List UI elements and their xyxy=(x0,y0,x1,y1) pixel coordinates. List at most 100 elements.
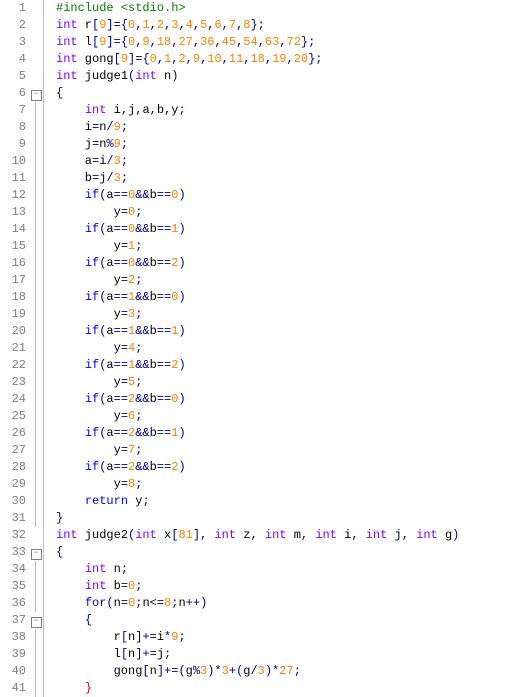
code-line[interactable]: i=n/9; xyxy=(56,119,506,136)
fold-guide xyxy=(29,255,43,272)
fold-guide xyxy=(29,323,43,340)
gutter: 1234567891011121314151617181920212223242… xyxy=(0,0,44,697)
fold-guide xyxy=(29,459,43,476)
line-number: 13 xyxy=(0,204,26,221)
line-number: 31 xyxy=(0,510,26,527)
fold-guide xyxy=(29,493,43,510)
line-number: 29 xyxy=(0,476,26,493)
fold-column: − − − xyxy=(29,0,43,697)
fold-guide xyxy=(29,561,43,578)
line-number: 22 xyxy=(0,357,26,374)
code-line[interactable]: int judge1(int n) xyxy=(56,68,506,85)
code-line[interactable]: y=8; xyxy=(56,476,506,493)
code-line[interactable]: y=1; xyxy=(56,238,506,255)
line-number: 18 xyxy=(0,289,26,306)
fold-guide xyxy=(29,646,43,663)
line-number: 24 xyxy=(0,391,26,408)
line-number: 30 xyxy=(0,493,26,510)
line-number: 8 xyxy=(0,119,26,136)
code-line[interactable]: y=5; xyxy=(56,374,506,391)
fold-guide xyxy=(29,340,43,357)
fold-guide xyxy=(29,289,43,306)
code-line[interactable]: int n; xyxy=(56,561,506,578)
line-number: 7 xyxy=(0,102,26,119)
code-line[interactable]: int b=0; xyxy=(56,578,506,595)
code-line[interactable]: if(a==0&&b==0) xyxy=(56,187,506,204)
code-line[interactable]: } xyxy=(56,680,506,697)
code-line[interactable]: y=6; xyxy=(56,408,506,425)
code-line[interactable]: } xyxy=(56,510,506,527)
line-number: 37 xyxy=(0,612,26,629)
code-line[interactable]: if(a==1&&b==2) xyxy=(56,357,506,374)
line-number: 41 xyxy=(0,680,26,697)
code-line[interactable]: l[n]+=j; xyxy=(56,646,506,663)
code-line[interactable]: { xyxy=(56,612,506,629)
code-line[interactable]: { xyxy=(56,544,506,561)
fold-guide xyxy=(29,391,43,408)
code-line[interactable]: r[n]+=i*9; xyxy=(56,629,506,646)
line-number: 23 xyxy=(0,374,26,391)
code-line[interactable]: int l[9]={0,9,18,27,36,45,54,63,72}; xyxy=(56,34,506,51)
code-line[interactable]: for(n=0;n<=8;n++) xyxy=(56,595,506,612)
line-number: 28 xyxy=(0,459,26,476)
code-line[interactable]: gong[n]+=(g%3)*3+(g/3)*27; xyxy=(56,663,506,680)
fold-guide xyxy=(29,204,43,221)
code-line[interactable]: if(a==1&&b==0) xyxy=(56,289,506,306)
line-number: 40 xyxy=(0,663,26,680)
fold-guide xyxy=(29,170,43,187)
code-line[interactable]: y=3; xyxy=(56,306,506,323)
code-line[interactable]: y=7; xyxy=(56,442,506,459)
line-number: 32 xyxy=(0,527,26,544)
code-line[interactable]: if(a==2&&b==2) xyxy=(56,459,506,476)
fold-toggle-icon[interactable]: − xyxy=(31,90,42,101)
code-line[interactable]: { xyxy=(56,85,506,102)
code-line[interactable]: j=n%9; xyxy=(56,136,506,153)
fold-guide xyxy=(29,136,43,153)
line-number: 10 xyxy=(0,153,26,170)
code-line[interactable]: a=i/3; xyxy=(56,153,506,170)
line-number: 34 xyxy=(0,561,26,578)
fold-toggle-icon[interactable]: − xyxy=(31,617,42,628)
code-line[interactable]: int r[9]={0,1,2,3,4,5,6,7,8}; xyxy=(56,17,506,34)
code-line[interactable]: return y; xyxy=(56,493,506,510)
line-number: 25 xyxy=(0,408,26,425)
fold-guide xyxy=(29,221,43,238)
fold-guide xyxy=(29,442,43,459)
code-line[interactable]: if(a==0&&b==1) xyxy=(56,221,506,238)
fold-guide xyxy=(29,510,43,527)
fold-guide xyxy=(29,357,43,374)
fold-guide xyxy=(29,238,43,255)
line-number: 11 xyxy=(0,170,26,187)
code-line[interactable]: y=0; xyxy=(56,204,506,221)
line-number: 2 xyxy=(0,17,26,34)
line-number: 16 xyxy=(0,255,26,272)
line-number: 15 xyxy=(0,238,26,255)
code-line[interactable]: int i,j,a,b,y; xyxy=(56,102,506,119)
fold-guide xyxy=(29,578,43,595)
fold-guide xyxy=(29,476,43,493)
line-number: 6 xyxy=(0,85,26,102)
line-number: 19 xyxy=(0,306,26,323)
code-line[interactable]: if(a==2&&b==0) xyxy=(56,391,506,408)
code-area[interactable]: #include <stdio.h>int r[9]={0,1,2,3,4,5,… xyxy=(44,0,506,697)
line-number: 4 xyxy=(0,51,26,68)
code-line[interactable]: int gong[9]={0,1,2,9,10,11,18,19,20}; xyxy=(56,51,506,68)
fold-guide xyxy=(29,629,43,646)
code-line[interactable]: if(a==0&&b==2) xyxy=(56,255,506,272)
code-line[interactable]: #include <stdio.h> xyxy=(56,0,506,17)
code-line[interactable]: int judge2(int x[81], int z, int m, int … xyxy=(56,527,506,544)
line-number: 33 xyxy=(0,544,26,561)
line-number: 3 xyxy=(0,34,26,51)
code-line[interactable]: if(a==1&&b==1) xyxy=(56,323,506,340)
line-number: 26 xyxy=(0,425,26,442)
fold-toggle-icon[interactable]: − xyxy=(31,549,42,560)
fold-guide xyxy=(29,663,43,680)
code-line[interactable]: if(a==2&&b==1) xyxy=(56,425,506,442)
line-number: 20 xyxy=(0,323,26,340)
code-line[interactable]: b=j/3; xyxy=(56,170,506,187)
code-line[interactable]: y=4; xyxy=(56,340,506,357)
code-line[interactable]: y=2; xyxy=(56,272,506,289)
line-number: 9 xyxy=(0,136,26,153)
code-editor: 1234567891011121314151617181920212223242… xyxy=(0,0,506,697)
line-number: 36 xyxy=(0,595,26,612)
